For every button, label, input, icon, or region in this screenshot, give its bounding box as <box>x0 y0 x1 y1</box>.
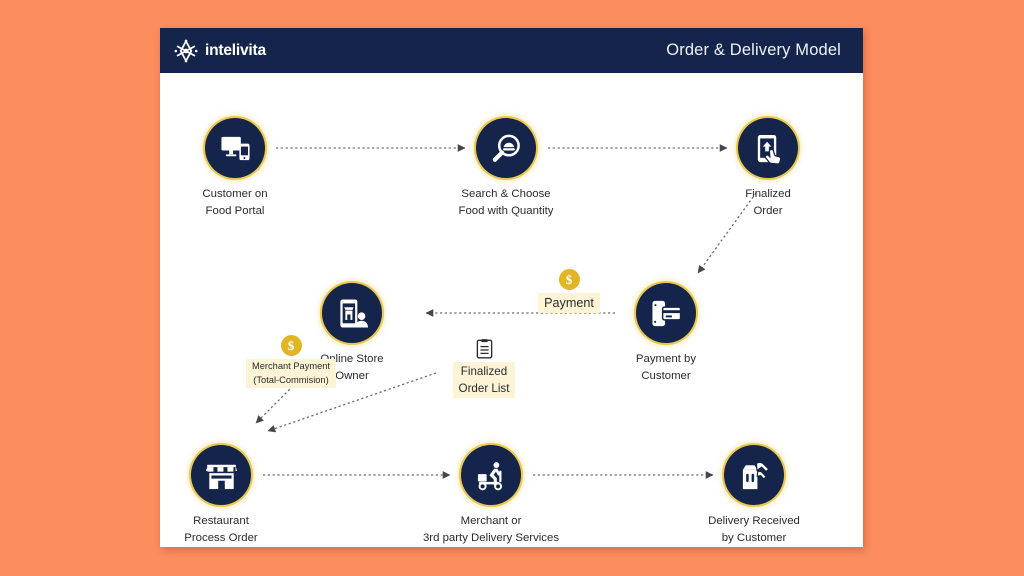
node-finalized-order[interactable]: Finalized Order <box>693 118 843 220</box>
node-label: Delivery Received by Customer <box>708 515 800 544</box>
storefront-icon <box>205 464 237 489</box>
node-label: Merchant or 3rd party Delivery Services <box>422 515 560 544</box>
node-label: Customer on Food Portal <box>202 188 268 217</box>
brand: intelivita <box>174 38 266 63</box>
desktop-and-mobile-icon <box>220 136 250 160</box>
node-label: Finalized Order <box>745 188 791 217</box>
delivery-scooter-icon <box>477 461 502 490</box>
store-owner-icon <box>339 298 368 328</box>
magnifier-food-icon <box>492 134 520 162</box>
gold-coin-icon: $ <box>280 335 302 356</box>
annotation-payment: $ Payment <box>521 269 617 313</box>
node-circle <box>738 118 798 178</box>
page-title: Order & Delivery Model <box>666 41 841 59</box>
phone-credit-card-icon <box>651 300 681 326</box>
clipboard-icon <box>476 339 492 359</box>
node-circle <box>322 283 382 343</box>
node-restaurant-process-order[interactable]: Restaurant Process Order <box>146 445 296 547</box>
annotation-finalized-order-list: Finalized Order List <box>439 338 529 398</box>
slide-card: intelivita Order & Delivery Model Custom… <box>160 28 863 547</box>
annotation-label: Payment <box>538 293 600 313</box>
food-bag-handover-icon <box>742 461 769 489</box>
node-merchant-delivery[interactable]: Merchant or 3rd party Delivery Services <box>416 445 566 547</box>
annotation-merchant-payment: $ Merchant Payment (Total-Commision) <box>231 335 351 388</box>
node-circle <box>724 445 784 505</box>
node-customer-food-portal[interactable]: Customer on Food Portal <box>160 118 310 220</box>
node-circle <box>205 118 265 178</box>
diagram-canvas: Customer on Food Portal Search & Choose … <box>160 73 863 547</box>
phone-tap-order-icon <box>757 134 781 164</box>
node-label: Payment by Customer <box>635 353 697 382</box>
atom-star-icon <box>174 38 198 63</box>
node-circle <box>461 445 521 505</box>
header-bar: intelivita Order & Delivery Model <box>160 28 863 73</box>
annotation-label: Finalized Order List <box>452 362 516 398</box>
gold-coin-icon: $ <box>558 269 580 290</box>
node-label: Restaurant Process Order <box>184 515 258 544</box>
node-circle <box>191 445 251 505</box>
node-circle <box>636 283 696 343</box>
node-circle <box>476 118 536 178</box>
node-search-choose-food[interactable]: Search & Choose Food with Quantity <box>431 118 581 220</box>
node-label: Search & Choose Food with Quantity <box>458 188 554 217</box>
annotation-label: Merchant Payment (Total-Commision) <box>245 359 337 388</box>
node-delivery-received[interactable]: Delivery Received by Customer <box>679 445 829 547</box>
brand-name: intelivita <box>205 41 266 59</box>
